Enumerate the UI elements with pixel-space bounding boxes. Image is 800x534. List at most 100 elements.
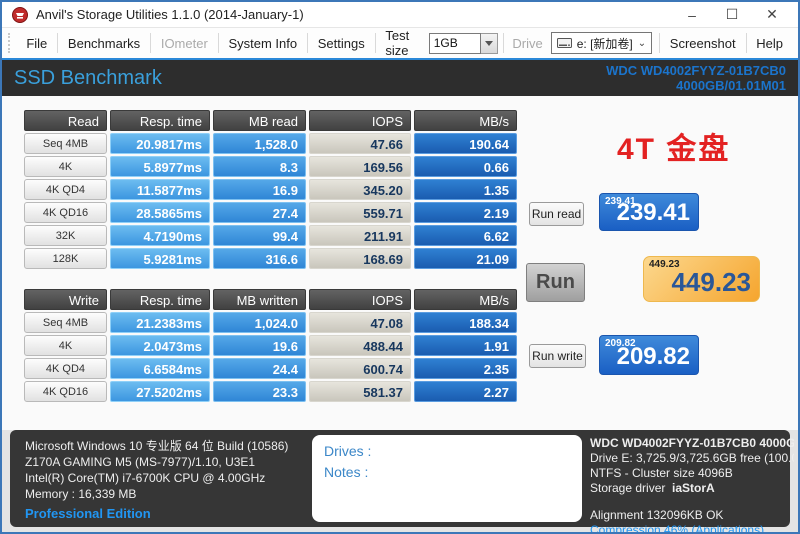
close-icon[interactable]: ✕ [752,3,792,27]
menu-settings[interactable]: Settings [309,36,374,51]
mb-cell: 27.4 [213,202,306,223]
menu-file[interactable]: File [17,36,56,51]
menu-separator [374,33,376,53]
drive-select[interactable]: e: [新加卷] ⌄ [550,32,653,54]
cpu-line: Intel(R) Core(TM) i7-6700K CPU @ 4.00GHz [25,471,266,485]
dropdown-arrow-icon[interactable] [480,32,498,54]
footer: Microsoft Windows 10 专业版 64 位 Build (105… [2,430,798,532]
column-header: IOPS [309,289,411,310]
title-bar: Anvil's Storage Utilities 1.1.0 (2014-Ja… [2,2,798,28]
device-model-line2: 4000GB/01.01M01 [676,78,786,93]
drive-info-block: WDC WD4002FYYZ-01B7CB0 4000GB/0 Drive E:… [590,436,794,534]
iops-cell: 345.20 [309,179,411,200]
iops-cell: 47.08 [309,312,411,333]
run-write-button[interactable]: Run write [529,344,586,368]
mbs-cell: 21.09 [414,248,517,269]
table-row: Seq 4MB 20.9817ms 1,528.0 47.66 190.64 [24,133,517,154]
mb-cell: 1,528.0 [213,133,306,154]
mb-cell: 23.3 [213,381,306,402]
resp-time-cell: 5.8977ms [110,156,210,177]
resp-time-cell: 27.5202ms [110,381,210,402]
mb-cell: 1,024.0 [213,312,306,333]
resp-time-cell: 21.2383ms [110,312,210,333]
table-row: Seq 4MB 21.2383ms 1,024.0 47.08 188.34 [24,312,517,333]
minimize-icon[interactable]: – [672,3,712,27]
column-header: Resp. time [110,289,210,310]
chevron-down-icon[interactable]: ⌄ [638,38,646,49]
mbs-cell: 2.27 [414,381,517,402]
iops-cell: 47.66 [309,133,411,154]
menu-help[interactable]: Help [747,36,792,51]
test-size-select[interactable]: 1GB [428,32,498,54]
drive-compression: Compression 46% (Applications) [590,523,765,534]
mb-cell: 16.9 [213,179,306,200]
test-button[interactable]: 4K QD4 [24,179,107,200]
run-read-button[interactable]: Run read [529,202,584,226]
drive-icon [556,38,572,48]
write-score-value: 209.82 [616,343,690,370]
mbs-cell: 2.19 [414,202,517,223]
test-button[interactable]: 4K [24,156,107,177]
mbs-cell: 188.34 [414,312,517,333]
storage-driver-value: iaStorA [672,481,715,495]
resp-time-cell: 11.5877ms [110,179,210,200]
column-header: Read [24,110,107,131]
read-score-box: 239.41 239.41 [599,193,699,231]
mbs-cell: 6.62 [414,225,517,246]
iops-cell: 559.71 [309,202,411,223]
menu-separator [745,33,747,53]
menu-separator [150,33,151,53]
menu-system-info[interactable]: System Info [219,36,306,51]
menu-bar: File Benchmarks IOmeter System Info Sett… [2,28,798,58]
test-button[interactable]: 128K [24,248,107,269]
drives-notes-panel[interactable]: Drives : Notes : [312,435,582,522]
mbs-cell: 190.64 [414,133,517,154]
total-score-box: 449.23 449.23 [643,256,760,302]
mb-cell: 19.6 [213,335,306,356]
mbs-cell: 2.35 [414,358,517,379]
test-button[interactable]: Seq 4MB [24,312,107,333]
test-size-value[interactable]: 1GB [428,32,481,54]
toolbar-grip[interactable] [8,33,11,53]
test-button[interactable]: 4K QD4 [24,358,107,379]
maximize-icon[interactable]: ☐ [712,3,752,27]
menu-benchmarks[interactable]: Benchmarks [59,36,149,51]
drive-filesystem: NTFS - Cluster size 4096B [590,466,733,480]
drives-label: Drives : [324,443,372,459]
run-button[interactable]: Run [526,263,585,302]
resp-time-cell: 20.9817ms [110,133,210,154]
column-header: MB read [213,110,306,131]
table-row: 32K 4.7190ms 99.4 211.91 6.62 [24,225,517,246]
test-button[interactable]: Seq 4MB [24,133,107,154]
benchmark-header: SSD Benchmark WDC WD4002FYYZ-01B7CB0 400… [2,60,798,96]
mbs-cell: 1.91 [414,335,517,356]
drive-model: WDC WD4002FYYZ-01B7CB0 4000GB/0 [590,436,794,450]
read-header-row: Read Resp. time MB read IOPS MB/s [24,110,517,131]
drive-capacity: Drive E: 3,725.9/3,725.6GB free (100.0%) [590,451,794,465]
system-info-panel: Microsoft Windows 10 专业版 64 位 Build (105… [10,430,794,532]
menu-iometer: IOmeter [160,35,208,51]
test-button[interactable]: 4K QD16 [24,202,107,223]
test-button[interactable]: 4K [24,335,107,356]
mb-cell: 8.3 [213,156,306,177]
resp-time-cell: 6.6584ms [110,358,210,379]
table-row: 4K QD16 27.5202ms 23.3 581.37 2.27 [24,381,517,402]
memory-line: Memory : 16,339 MB [25,487,137,501]
test-button[interactable]: 4K QD16 [24,381,107,402]
mb-cell: 99.4 [213,225,306,246]
iops-cell: 600.74 [309,358,411,379]
mb-cell: 24.4 [213,358,306,379]
test-size-label: Test size [385,28,410,58]
device-model-header: WDC WD4002FYYZ-01B7CB0 4000GB/01.01M01 [606,63,786,93]
motherboard-line: Z170A GAMING M5 (MS-7977)/1.10, U3E1 [25,455,256,469]
drive-alignment: Alignment 132096KB OK [590,508,724,522]
test-button[interactable]: 32K [24,225,107,246]
menu-separator [217,33,219,53]
menu-screenshot[interactable]: Screenshot [661,36,745,51]
read-table: Read Resp. time MB read IOPS MB/s Seq 4M… [24,110,517,271]
iops-cell: 169.56 [309,156,411,177]
drive-value: e: [新加卷] [576,36,633,51]
storage-driver-label: Storage driver [590,481,666,495]
mb-cell: 316.6 [213,248,306,269]
column-header: MB/s [414,110,517,131]
